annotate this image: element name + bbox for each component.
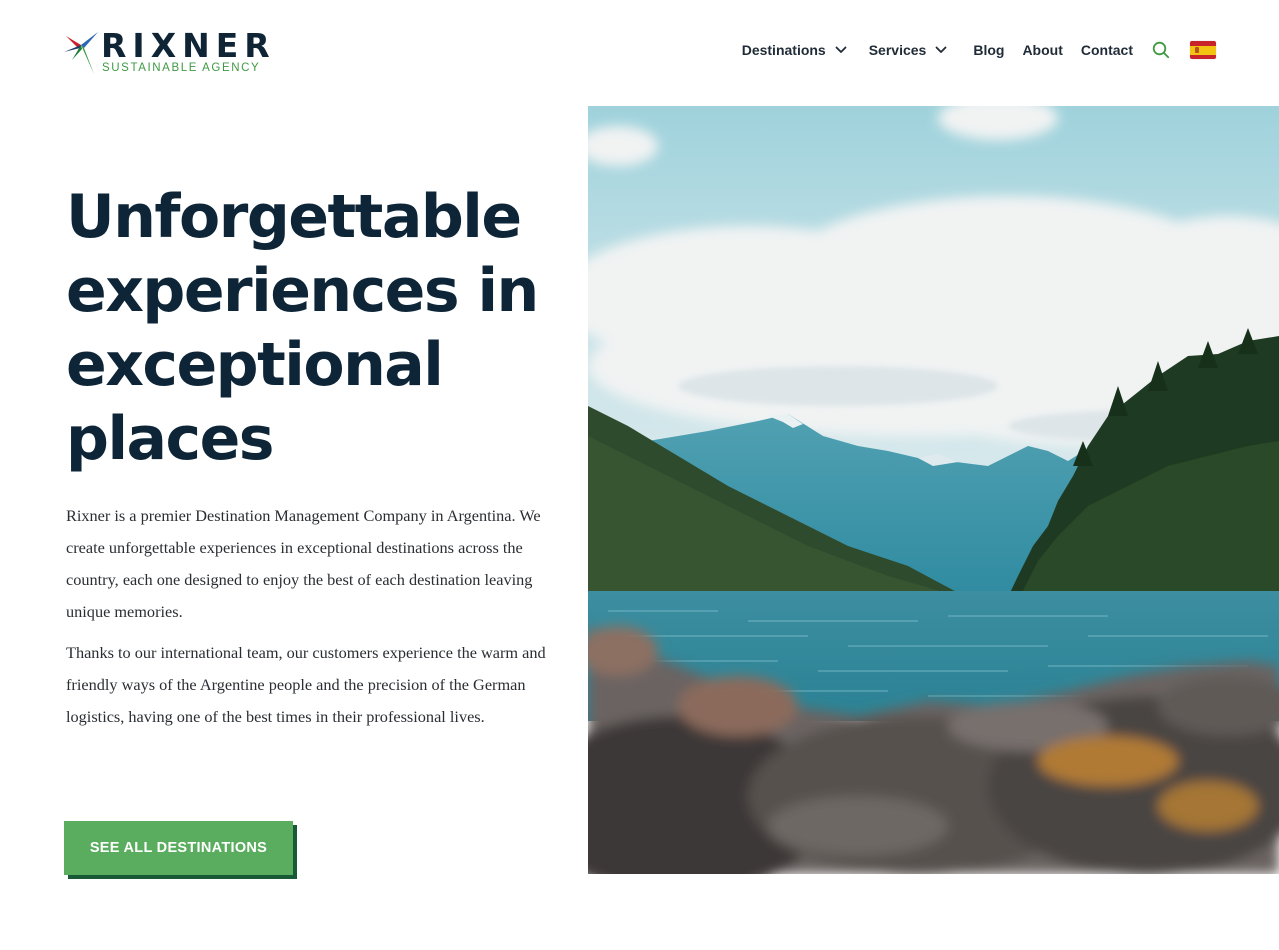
hero-landscape-image [588, 106, 1279, 874]
see-all-destinations-button[interactable]: SEE ALL DESTINATIONS [64, 821, 293, 875]
main-nav: Destinations Services Blog About Contact [742, 38, 1216, 62]
brand-logo[interactable]: RIXNER SUSTAINABLE AGENCY [64, 28, 270, 78]
cta-wrapper: SEE ALL DESTINATIONS [64, 821, 298, 879]
nav-item-contact[interactable]: Contact [1081, 42, 1133, 58]
chevron-down-icon [935, 46, 947, 53]
brand-name: RIXNER [101, 26, 276, 65]
chevron-down-icon [835, 46, 847, 53]
brand-tagline: SUSTAINABLE AGENCY [102, 62, 261, 74]
nav-item-services[interactable]: Services [869, 42, 948, 58]
hero-title-line: exceptional [66, 330, 444, 400]
search-icon[interactable] [1152, 41, 1170, 59]
hero-paragraph-team: Thanks to our international team, our cu… [66, 643, 546, 726]
hero-title-line: experiences in [66, 256, 539, 326]
nav-label-services: Services [868, 42, 927, 58]
hero-title-line: Unforgettable [66, 182, 522, 252]
nav-item-destinations[interactable]: Destinations [742, 42, 847, 58]
nav-item-about[interactable]: About [1022, 42, 1062, 58]
nav-item-blog[interactable]: Blog [973, 42, 1004, 58]
nav-label-destinations: Destinations [741, 42, 826, 58]
hero-paragraph-intro: Rixner is a premier Destination Manageme… [66, 506, 541, 621]
compass-star-icon [64, 32, 98, 74]
spain-flag-icon[interactable] [1190, 41, 1216, 59]
hero-title: Unforgettable experiences in exceptional… [66, 180, 566, 476]
landscape-illustration [588, 106, 1279, 874]
hero-description: Rixner is a premier Destination Manageme… [66, 500, 566, 742]
hero-title-line: places [66, 404, 274, 474]
